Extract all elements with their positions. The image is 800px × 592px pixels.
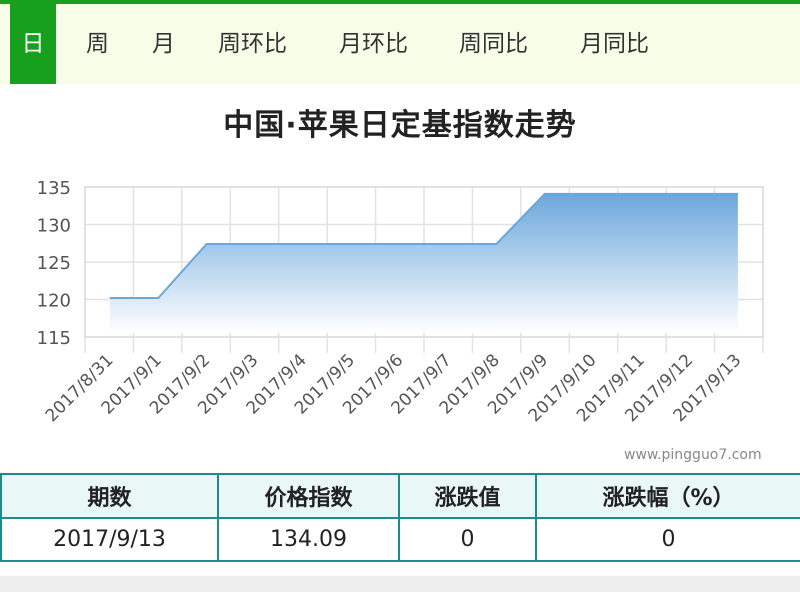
data-point [737,193,739,195]
data-point [447,243,449,245]
tab-day[interactable]: 日 [10,4,56,84]
tab-month-label: 月 [152,31,175,57]
tab-week-label: 周 [86,31,109,57]
data-point [544,193,546,195]
y-tick-label: 130 [37,216,71,237]
header-price-index: 价格指数 [217,473,400,519]
cell-period: 2017/9/13 [0,517,219,562]
data-point [109,297,111,299]
header-change-value: 涨跌值 [398,473,537,519]
tab-month-over-month[interactable]: 月环比 [339,4,408,84]
data-point [495,243,497,245]
data-point [592,193,594,195]
y-tick-label: 135 [37,178,71,199]
tab-week[interactable]: 周 [86,4,109,84]
header-period: 期数 [0,473,219,519]
y-tick-label: 120 [37,291,71,312]
table-row: 2017/9/13 134.09 0 0 [0,517,800,562]
tab-month-over-month-label: 月环比 [339,31,408,57]
data-point [351,243,352,245]
tab-week-over-week[interactable]: 周环比 [218,4,287,84]
period-tab-bar: 日 周 月 周环比 月环比 周同比 月同比 [0,4,800,84]
tab-week-over-week-label: 周环比 [218,31,287,57]
tab-week-year-over-year-label: 周同比 [459,31,528,57]
tab-week-year-over-year[interactable]: 周同比 [459,4,528,84]
chart-title: 中国·苹果日定基指数走势 [223,108,577,143]
data-point [206,243,208,245]
footer-strip [0,576,800,592]
y-tick-label: 125 [37,253,71,274]
table-header-row: 期数 价格指数 涨跌值 涨跌幅（%） [0,473,800,519]
data-point [254,243,256,245]
data-point [689,193,691,195]
index-table: 期数 价格指数 涨跌值 涨跌幅（%） 2017/9/13 134.09 0 0 [0,473,800,562]
tab-month[interactable]: 月 [152,4,175,84]
data-point [399,243,401,245]
cell-change-value: 0 [398,517,537,562]
tab-month-year-over-year[interactable]: 月同比 [580,4,649,84]
data-point [302,243,304,245]
cell-change-percent: 0 [535,517,800,562]
watermark: www.pingguo7.com [624,447,762,463]
cell-price-index: 134.09 [217,517,400,562]
header-change-percent: 涨跌幅（%） [535,473,800,519]
y-tick-label: 115 [37,328,71,349]
index-trend-chart: 1151201251301352017/8/312017/9/12017/9/2… [37,178,764,426]
tab-day-label: 日 [21,31,45,57]
data-point [157,297,159,299]
x-tick-label: 2017/8/31 [42,350,118,426]
data-point [640,193,642,195]
tab-month-year-over-year-label: 月同比 [580,31,649,57]
